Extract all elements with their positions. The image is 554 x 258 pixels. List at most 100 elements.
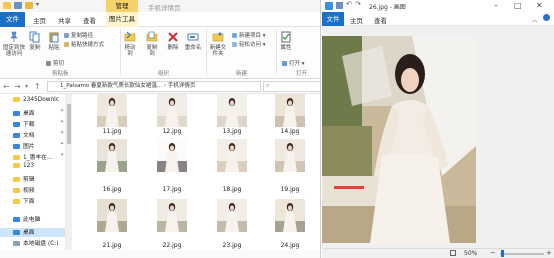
paint-app-icon <box>325 2 333 10</box>
redo-icon[interactable]: ↷ <box>355 0 361 8</box>
open-label: 打开 <box>289 61 301 67</box>
file-name-label[interactable]: 24.jpg <box>268 242 312 249</box>
scroll-thumb[interactable] <box>67 104 71 144</box>
sidebar-item[interactable]: 2345Downlc <box>13 97 59 103</box>
explorer-window-title: 手机详情页 <box>148 4 181 12</box>
group-open-label: 打开 <box>296 71 308 77</box>
easy-access-button[interactable]: 轻松访问 ▾ <box>232 40 266 48</box>
file-thumbnail[interactable] <box>97 139 127 172</box>
sidebar-item[interactable]: 下载 <box>13 119 35 128</box>
rename-button[interactable]: 重命名 <box>184 31 202 51</box>
nav-scrollbar[interactable] <box>66 94 72 258</box>
sidebar-item[interactable]: 文档 <box>13 130 35 139</box>
quick-access-dropdown-icon[interactable]: ▾ <box>36 1 39 8</box>
cut-button[interactable]: 剪切 <box>46 59 64 67</box>
file-name-label[interactable]: 13.jpg <box>210 128 254 135</box>
file-name-label[interactable]: 23.jpg <box>210 242 254 249</box>
file-thumbnail[interactable] <box>97 199 127 232</box>
tab-home[interactable]: 主页 <box>33 15 46 25</box>
file-thumbnail[interactable] <box>217 94 247 127</box>
new-folder-button[interactable]: 新建文件夹 <box>208 31 228 57</box>
address-breadcrumb[interactable]: 1_Palsamo 春夏新款气质长款仙女裙温... <box>60 83 162 89</box>
zoom-slider[interactable] <box>500 253 544 255</box>
folder-icon <box>13 177 20 182</box>
maximize-icon[interactable]: □ <box>514 1 522 10</box>
sidebar-item[interactable]: 本地磁盘 (C:) <box>13 238 59 247</box>
file-thumbnail[interactable] <box>217 199 247 232</box>
file-thumbnail[interactable] <box>275 94 305 127</box>
paste-shortcut-button[interactable]: 粘贴快捷方式 <box>64 40 104 48</box>
search-icon: ⌕ <box>266 82 270 89</box>
close-icon[interactable]: ✕ <box>536 1 543 10</box>
file-thumbnail[interactable] <box>97 94 127 127</box>
tab-home[interactable]: 主页 <box>350 15 363 25</box>
save-icon[interactable] <box>14 2 22 9</box>
file-thumbnail[interactable] <box>157 199 187 232</box>
zoom-in-button[interactable]: + <box>546 249 552 257</box>
sidebar-item[interactable]: 视频 <box>13 185 35 194</box>
sidebar-item[interactable]: 桌面 <box>13 227 35 236</box>
file-name-label[interactable]: 18.jpg <box>210 186 254 193</box>
tab-file[interactable]: 文件 <box>322 12 344 26</box>
search-input[interactable]: ⌕ <box>263 81 320 92</box>
copy-button[interactable]: 复制 <box>28 31 42 51</box>
sidebar-item[interactable]: 桌面 <box>13 108 35 117</box>
properties-button[interactable]: 属性 <box>279 31 293 51</box>
sidebar-item[interactable]: 剪辑 <box>13 174 35 183</box>
open-button[interactable]: 打开 ▾ <box>282 59 305 67</box>
folder-icon <box>13 133 20 138</box>
pin-icon: ✦ <box>60 108 65 114</box>
zoom-out-button[interactable]: − <box>490 249 496 257</box>
collapse-ribbon-icon[interactable]: ︿ <box>532 15 538 24</box>
rename-label: 重命名 <box>184 45 202 51</box>
sidebar-item[interactable]: 123 <box>13 163 34 169</box>
pin-to-quick-access-button[interactable]: 固定到快速访问 <box>2 31 26 57</box>
file-name-label[interactable]: 17.jpg <box>150 186 194 193</box>
file-thumbnail[interactable] <box>275 139 305 172</box>
file-name-label[interactable]: 19.jpg <box>268 186 312 193</box>
forward-arrow-icon[interactable]: → <box>14 82 21 91</box>
move-to-button[interactable]: 移动到 <box>122 31 138 57</box>
sidebar-item[interactable]: 此电脑 <box>13 214 40 223</box>
minimize-icon[interactable]: – <box>494 1 498 10</box>
paint-ribbon-tabs: 文件 主页 查看 ︿ <box>322 12 554 26</box>
file-name-label[interactable]: 11.jpg <box>90 128 134 135</box>
scissors-icon <box>46 61 51 66</box>
file-name-label[interactable]: 16.jpg <box>90 186 134 193</box>
file-thumbnail[interactable] <box>157 139 187 172</box>
tab-view[interactable]: 查看 <box>83 15 96 25</box>
file-name-label[interactable]: 14.jpg <box>268 128 312 135</box>
tab-share[interactable]: 共享 <box>58 15 71 25</box>
file-thumbnail[interactable] <box>217 139 247 172</box>
undo-icon[interactable]: ↶ <box>346 0 352 8</box>
tab-picture-tools[interactable]: 图片工具 <box>106 12 138 27</box>
file-name-label[interactable]: 21.jpg <box>90 242 134 249</box>
file-name-label[interactable]: 22.jpg <box>150 242 194 249</box>
recent-dropdown-icon[interactable]: ▾ <box>25 83 28 90</box>
sidebar-item-label: 本地磁盘 (C:) <box>23 241 59 247</box>
sidebar-item[interactable]: 1_惠丰在... <box>13 152 53 161</box>
tab-manage[interactable]: 管理 <box>106 0 138 12</box>
delete-button[interactable]: 删除 <box>166 31 180 51</box>
back-arrow-icon[interactable]: ← <box>3 82 10 91</box>
folder-icon <box>13 199 20 204</box>
save-icon[interactable] <box>336 2 343 9</box>
file-name-label[interactable]: 12.jpg <box>150 128 194 135</box>
address-bar[interactable]: 1_Palsamo 春夏新款气质长款仙女裙温... › 手机详情页 <box>47 81 261 92</box>
zoom-slider-thumb[interactable] <box>501 250 504 257</box>
folder-icon[interactable] <box>25 2 33 9</box>
help-icon[interactable] <box>543 14 550 21</box>
file-thumbnail[interactable] <box>157 94 187 127</box>
sidebar-item[interactable]: 图片 <box>13 141 35 150</box>
copy-path-button[interactable]: 复制路径 <box>64 31 93 39</box>
new-item-button[interactable]: 新建项目 ▾ <box>232 31 266 39</box>
tab-view[interactable]: 查看 <box>374 15 387 25</box>
up-arrow-icon[interactable]: ↑ <box>34 82 41 91</box>
tab-file[interactable]: 文件 <box>0 12 25 27</box>
paste-button[interactable]: 粘贴 <box>46 31 62 51</box>
file-thumbnail[interactable] <box>275 199 305 232</box>
address-breadcrumb[interactable]: 手机详情页 <box>168 83 196 89</box>
sidebar-item[interactable]: 下面 <box>13 196 35 205</box>
paint-canvas-area[interactable] <box>322 26 554 248</box>
copy-to-button[interactable]: 复制到 <box>144 31 160 57</box>
